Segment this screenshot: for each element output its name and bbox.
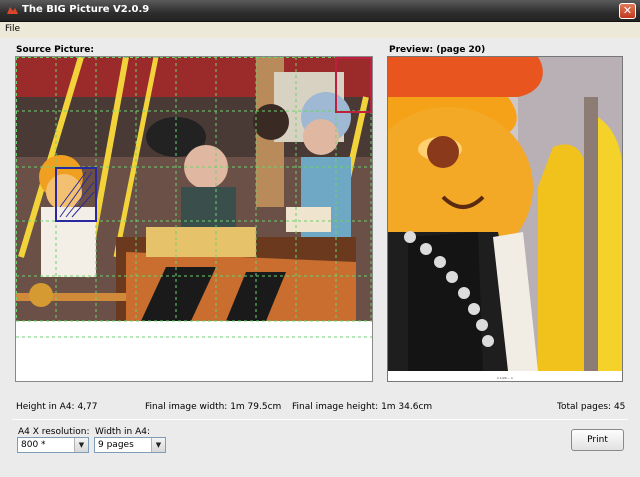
x-resolution-value: 800 * [21, 440, 46, 450]
final-image-height: Final image height: 1m 34.6cm [292, 402, 433, 412]
source-picture-label: Source Picture: [16, 45, 94, 55]
menu-bar: File [0, 22, 640, 38]
preview-image [388, 57, 622, 371]
main-panel: Source Picture: Preview: (page 20) 1 1/2… [0, 38, 640, 477]
app-icon [7, 7, 18, 14]
source-picture-image [16, 57, 372, 381]
chevron-down-icon[interactable]: ▼ [151, 438, 165, 452]
preview-panel: 1 1/20 ~ 1 [387, 56, 623, 382]
menu-file[interactable]: File [5, 24, 20, 34]
separator [12, 419, 628, 420]
print-button[interactable]: Print [571, 429, 624, 451]
window-title: The BIG Picture V2.0.9 [22, 4, 150, 15]
final-image-width: Final image width: 1m 79.5cm [145, 402, 282, 412]
x-resolution-select[interactable]: 800 * ▼ [17, 437, 89, 453]
preview-footer: 1 1/20 ~ 1 [497, 376, 513, 380]
close-icon: ✕ [622, 4, 633, 17]
width-in-a4-select[interactable]: 9 pages ▼ [94, 437, 166, 453]
preview-label: Preview: (page 20) [389, 45, 486, 55]
width-in-a4-value: 9 pages [98, 440, 134, 450]
close-button[interactable]: ✕ [619, 3, 636, 19]
title-bar: The BIG Picture V2.0.9 ✕ [0, 0, 640, 22]
source-picture-panel[interactable] [15, 56, 373, 382]
total-pages: Total pages: 45 [557, 402, 626, 412]
x-resolution-label: A4 X resolution: [18, 427, 90, 437]
chevron-down-icon[interactable]: ▼ [74, 438, 88, 452]
width-in-a4-label: Width in A4: [95, 427, 150, 437]
height-in-a4: Height in A4: 4,77 [16, 402, 98, 412]
